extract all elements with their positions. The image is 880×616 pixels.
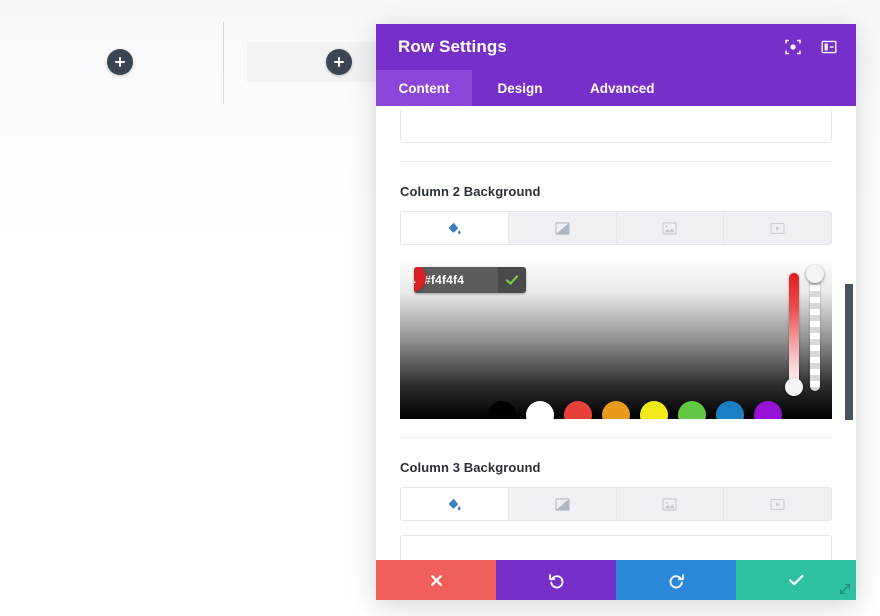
color-picker-sliders <box>789 273 820 403</box>
field-label-column-3-background: Column 3 Background <box>400 460 832 475</box>
column-3-color-field-region[interactable] <box>400 535 832 560</box>
modal-scrollbar[interactable] <box>845 106 853 560</box>
hue-slider-handle[interactable] <box>785 378 803 396</box>
add-module-button-left[interactable] <box>107 49 133 75</box>
alpha-slider-handle[interactable] <box>806 265 824 283</box>
bg-tab-image-column-2[interactable] <box>617 212 725 244</box>
bg-tab-video-column-3[interactable] <box>724 488 831 520</box>
swatch-yellow[interactable] <box>640 401 668 419</box>
settings-scroll-content: Column 2 Background <box>376 106 856 560</box>
hex-color-input-group[interactable]: 1 #f4f4f4 <box>414 267 526 293</box>
plus-icon <box>338 57 340 67</box>
previous-field-partial <box>400 110 832 143</box>
redo-button[interactable] <box>616 560 736 600</box>
column-divider <box>223 22 224 104</box>
modal-scrollbar-thumb[interactable] <box>845 284 853 420</box>
header-actions <box>784 38 838 56</box>
column-3-background-type-tabs <box>400 487 832 521</box>
bg-tab-image-column-3[interactable] <box>617 488 725 520</box>
hex-color-input[interactable]: #f4f4f4 <box>414 267 498 293</box>
swatch-green[interactable] <box>678 401 706 419</box>
row-settings-modal: Row Settings Conten <box>376 24 856 600</box>
tab-content[interactable]: Content <box>376 70 472 106</box>
swatch-orange[interactable] <box>602 401 630 419</box>
color-swatch-row <box>400 401 832 419</box>
bg-tab-color-column-2[interactable] <box>401 212 509 244</box>
focus-mode-icon[interactable] <box>784 38 802 56</box>
swatch-purple[interactable] <box>754 401 782 419</box>
modal-footer-actions <box>376 560 856 600</box>
tab-design[interactable]: Design <box>472 70 568 106</box>
bg-tab-gradient-column-2[interactable] <box>509 212 617 244</box>
swatch-red[interactable] <box>564 401 592 419</box>
plus-icon <box>119 57 121 67</box>
undo-button[interactable] <box>496 560 616 600</box>
bg-tab-gradient-column-3[interactable] <box>509 488 617 520</box>
color-picker[interactable]: 1 #f4f4f4 <box>400 257 832 419</box>
section-divider <box>400 161 832 162</box>
modal-header: Row Settings <box>376 24 856 70</box>
modal-body: Column 2 Background <box>376 106 856 560</box>
swatch-blue[interactable] <box>716 401 744 419</box>
resize-handle-icon[interactable] <box>834 578 856 600</box>
section-divider <box>400 437 832 438</box>
alpha-slider[interactable] <box>810 273 820 391</box>
screen-root: Row Settings Conten <box>0 0 880 616</box>
swatch-black[interactable] <box>488 401 516 419</box>
close-button[interactable] <box>376 560 496 600</box>
tab-advanced[interactable]: Advanced <box>568 70 677 106</box>
layout-panel-icon[interactable] <box>820 38 838 56</box>
add-module-button-right[interactable] <box>326 49 352 75</box>
field-label-column-2-background: Column 2 Background <box>400 184 832 199</box>
swatch-white[interactable] <box>526 401 554 419</box>
bg-tab-color-column-3[interactable] <box>401 488 509 520</box>
hue-slider[interactable] <box>789 273 799 391</box>
hex-confirm-button[interactable] <box>498 267 526 293</box>
column-2-background-type-tabs <box>400 211 832 245</box>
modal-tab-bar: Content Design Advanced <box>376 70 856 106</box>
bg-tab-video-column-2[interactable] <box>724 212 831 244</box>
page-title: Row Settings <box>398 37 784 57</box>
